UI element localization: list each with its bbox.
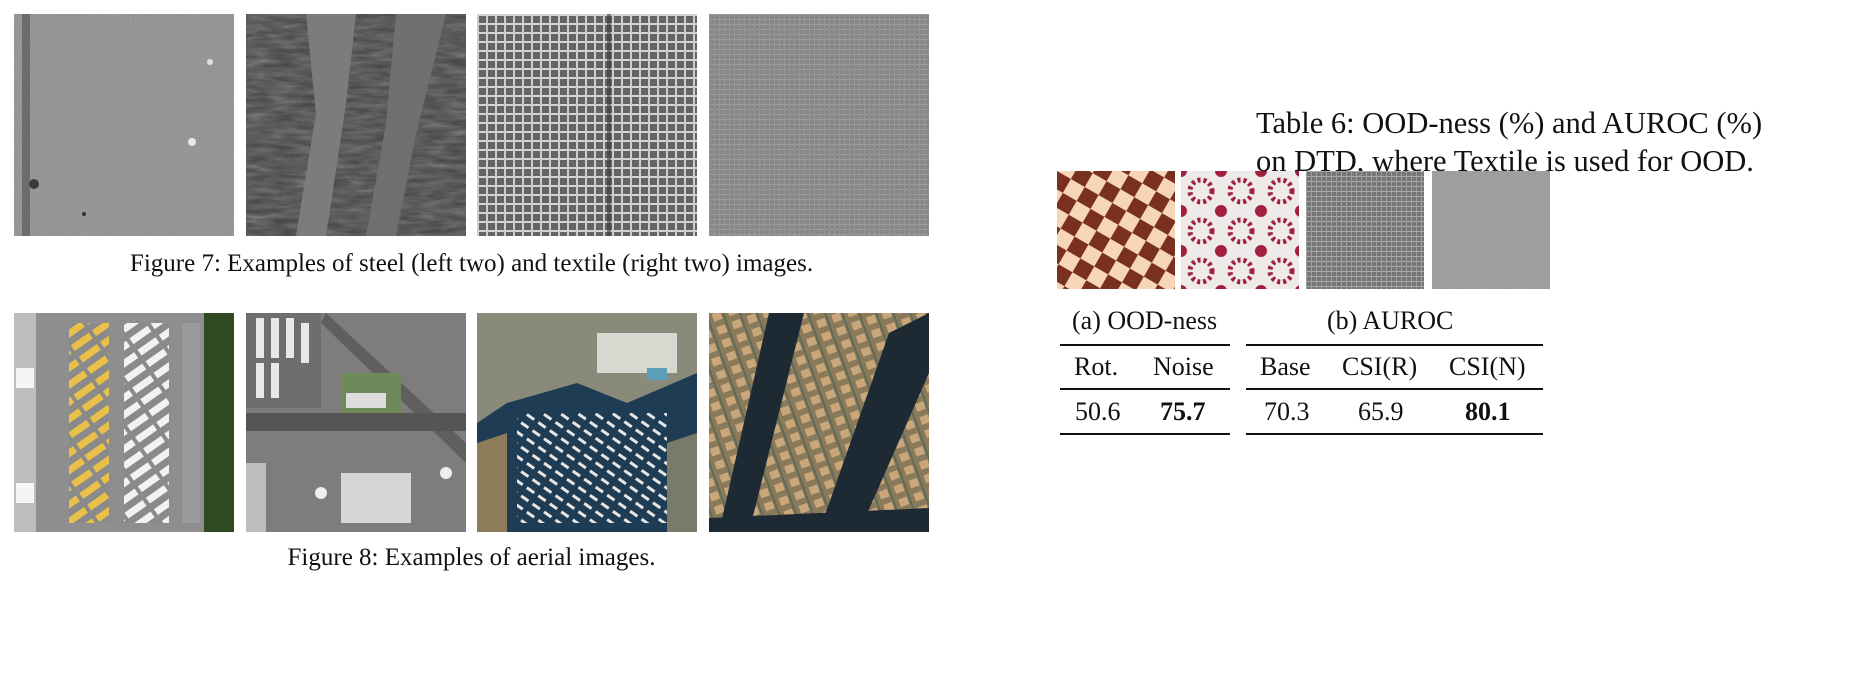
dtd-pattern-image xyxy=(1181,171,1299,289)
steel-image-2 xyxy=(246,14,466,236)
mid-rule-a xyxy=(1060,388,1230,390)
mid-rule-b xyxy=(1246,388,1543,390)
col-header-noise: Noise xyxy=(1153,352,1214,381)
value-base: 70.3 xyxy=(1264,397,1310,426)
top-rule-a xyxy=(1060,344,1230,346)
group-header-ood-ness: (a) OOD-ness xyxy=(1072,306,1218,335)
bottom-rule-a xyxy=(1060,433,1230,435)
aerial-image-marina xyxy=(477,313,697,532)
value-noise: 75.7 xyxy=(1160,397,1206,426)
bottom-rule-b xyxy=(1246,433,1543,435)
textile-dark-image xyxy=(1306,171,1424,289)
col-header-csi-n: CSI(N) xyxy=(1449,352,1526,381)
textile-image-1 xyxy=(477,14,697,236)
value-csi-r: 65.9 xyxy=(1358,397,1404,426)
aerial-image-airport xyxy=(246,313,466,532)
value-rot: 50.6 xyxy=(1075,397,1121,426)
figure-7-caption: Figure 7: Examples of steel (left two) a… xyxy=(129,250,814,277)
group-header-auroc: (b) AUROC xyxy=(1327,306,1454,335)
value-csi-n: 80.1 xyxy=(1465,397,1511,426)
col-header-rot: Rot. xyxy=(1074,352,1119,381)
aerial-image-residential xyxy=(709,313,929,532)
table-6-caption: Table 6: OOD-ness (%) and AUROC (%) on D… xyxy=(1256,104,1846,180)
steel-image-1 xyxy=(14,14,234,236)
top-rule-b xyxy=(1246,344,1543,346)
figure-8-caption: Figure 8: Examples of aerial images. xyxy=(287,544,656,571)
table-6-caption-line-1: Table 6: OOD-ness (%) and AUROC (%) xyxy=(1256,106,1763,140)
col-header-csi-r: CSI(R) xyxy=(1342,352,1418,381)
col-header-base: Base xyxy=(1260,352,1311,381)
aerial-image-parking xyxy=(14,313,234,532)
textile-image-2 xyxy=(709,14,929,236)
textile-light-image xyxy=(1432,171,1550,289)
dtd-checkered-image xyxy=(1057,171,1175,289)
